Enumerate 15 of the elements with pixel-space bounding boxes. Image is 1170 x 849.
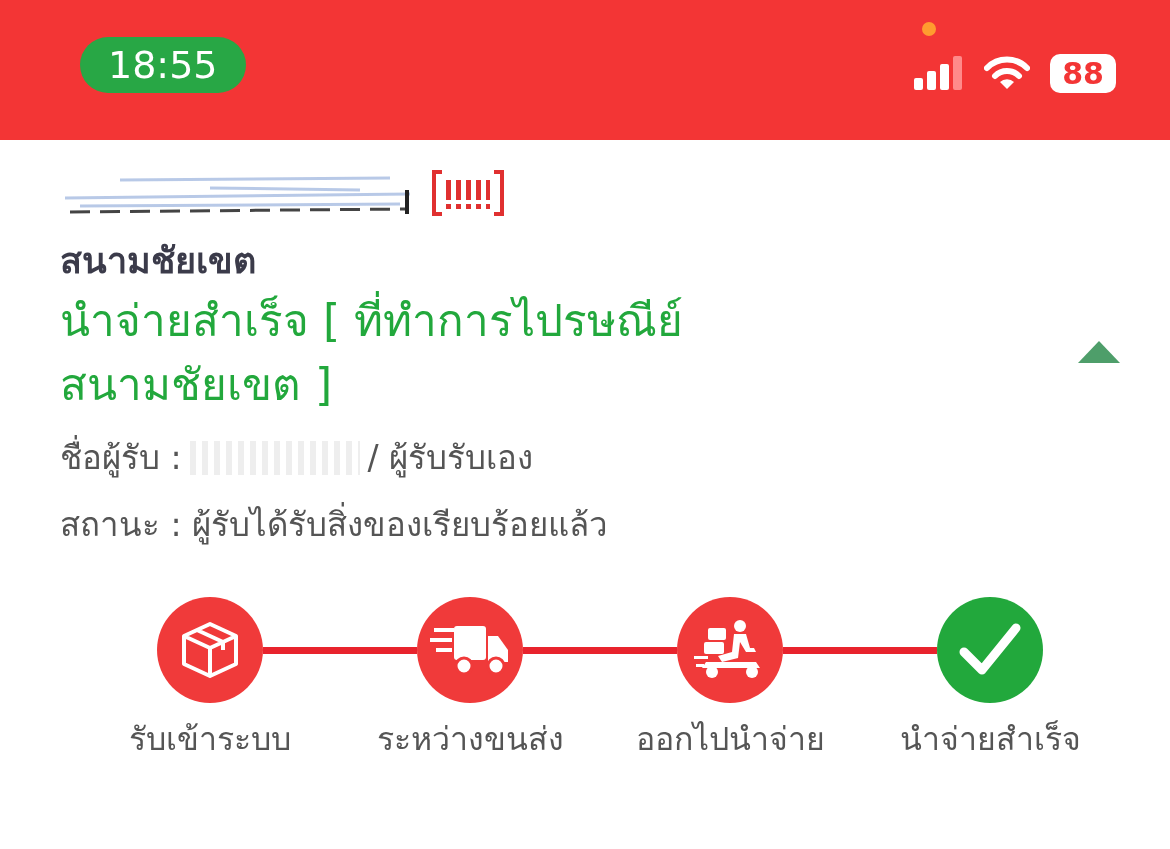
recipient-label: ชื่อผู้รับ : bbox=[60, 431, 182, 484]
step-label: นำจ่ายสำเร็จ bbox=[899, 719, 1081, 760]
recipient-note: / ผู้รับรับเอง bbox=[367, 437, 534, 480]
privacy-dot bbox=[922, 22, 936, 36]
signal-icon bbox=[914, 56, 965, 90]
status-headline: นำจ่ายสำเร็จ [ ที่ทำการไปรษณีย์ สนามชัยเขต ] bbox=[60, 289, 840, 417]
barcode-icon bbox=[432, 170, 504, 216]
delivery-status: สถานะ : ผู้รับได้รับสิ่งของเรียบร้อยแล้ว bbox=[60, 498, 1170, 551]
step-label: ระหว่างขนส่ง bbox=[376, 719, 564, 760]
origin-title: สนามชัยเขต bbox=[60, 239, 257, 283]
step-label: ออกไปนำจ่าย bbox=[635, 719, 825, 760]
time-pill: 18:55 bbox=[80, 37, 246, 93]
step-label: รับเข้าระบบ bbox=[129, 719, 291, 760]
battery-indicator: 88 bbox=[1050, 53, 1116, 93]
wifi-icon bbox=[984, 56, 1031, 90]
